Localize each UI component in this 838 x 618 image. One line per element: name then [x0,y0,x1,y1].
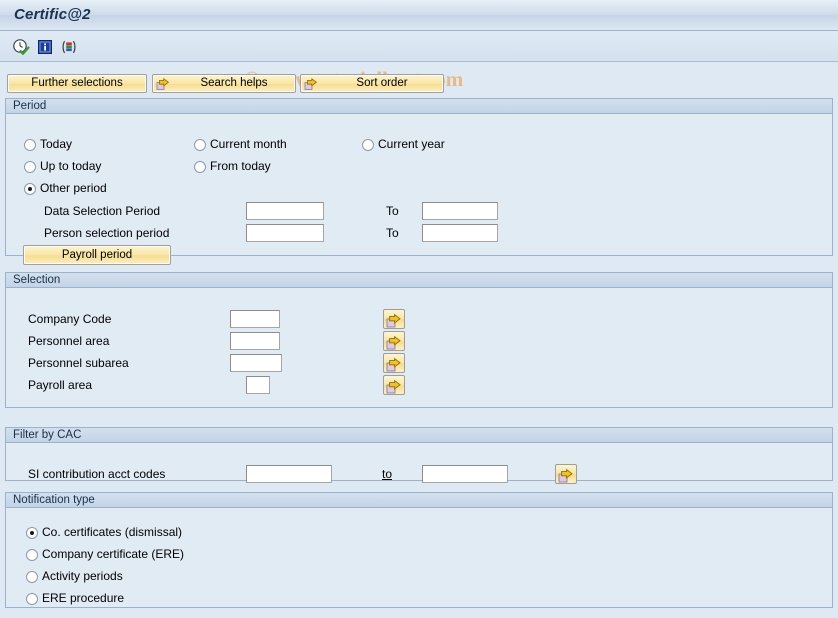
si-contribution-acct-codes-to-label: to [382,467,393,481]
radio-indicator [26,548,38,561]
radio-indicator [26,526,38,539]
person-selection-period-to-input[interactable] [422,224,498,242]
radio-indicator [26,570,38,583]
period-panel-header: Period [6,99,832,114]
selection-panel-header: Selection [6,273,832,288]
data-selection-period-from-input[interactable] [246,202,324,220]
search-helps-button[interactable]: Search helps [152,74,296,93]
arrow-right-icon [386,335,401,349]
sap-selection-screen: Certific@2 Further selections Search hel… [0,0,838,618]
radio-label: ERE procedure [42,591,125,605]
person-selection-period-label: Person selection period [44,226,170,240]
arrow-right-icon [386,357,401,371]
radio-co-certificates-dismissal[interactable]: Co. certificates (dismissal) [26,526,182,539]
icon-toolbar: © www.tutorialkart.com [0,31,838,91]
personnel-area-multiple-selection-button[interactable] [383,331,405,351]
personnel-area-input[interactable] [230,332,280,350]
company-code-multiple-selection-button[interactable] [383,309,405,329]
period-panel: Period Today Current month Current year … [5,98,833,265]
payroll-area-label: Payroll area [28,378,93,392]
arrow-right-icon [386,379,401,393]
radio-indicator [194,160,206,173]
company-code-input[interactable] [230,310,280,328]
si-contribution-acct-codes-label: SI contribution acct codes [28,467,166,481]
payroll-area-multiple-selection-button[interactable] [383,375,405,395]
si-contribution-acct-codes-multiple-selection-button[interactable] [555,464,577,484]
data-selection-period-to-input[interactable] [422,202,498,220]
personnel-subarea-multiple-selection-button[interactable] [383,353,405,373]
radio-other-period[interactable]: Other period [24,182,107,195]
arrow-right-icon [156,77,170,91]
personnel-area-label: Personnel area [28,334,110,348]
radio-indicator [24,138,36,151]
notification-type-panel-header: Notification type [6,493,832,508]
arrow-right-icon [386,313,401,327]
radio-today[interactable]: Today [24,138,72,151]
radio-label: Up to today [40,159,102,173]
radio-current-month[interactable]: Current month [194,138,287,151]
notification-type-panel: Notification type Co. certificates (dism… [5,492,833,608]
data-selection-period-label: Data Selection Period [44,204,161,218]
si-contribution-acct-codes-from-input[interactable] [246,465,332,483]
arrow-right-icon [304,77,318,91]
window-titlebar: Certific@2 [0,0,838,31]
radio-label: Activity periods [42,569,123,583]
filter-by-cac-panel-header: Filter by CAC [6,428,832,443]
radio-label: Company certificate (ERE) [42,547,185,561]
radio-indicator [26,592,38,605]
personnel-subarea-label: Personnel subarea [28,356,129,370]
radio-indicator [194,138,206,151]
radio-label: Current year [378,137,445,151]
radio-indicator [24,160,36,173]
radio-ere-procedure[interactable]: ERE procedure [26,592,124,605]
radio-indicator [24,182,36,195]
radio-company-certificate-ere[interactable]: Company certificate (ERE) [26,548,184,561]
variant-icon[interactable] [60,38,78,56]
radio-label: Current month [210,137,287,151]
payroll-period-button[interactable]: Payroll period [23,245,171,265]
radio-label: From today [210,159,271,173]
company-code-label: Company Code [28,312,112,326]
personnel-subarea-input[interactable] [230,354,282,372]
person-selection-period-to-label: To [386,226,399,240]
radio-indicator [362,138,374,151]
sort-order-button[interactable]: Sort order [300,74,444,93]
selection-panel: Selection Company Code Personnel area Pe… [5,272,833,408]
page-title: Certific@2 [14,6,91,23]
radio-activity-periods[interactable]: Activity periods [26,570,123,583]
execute-icon[interactable] [12,38,30,56]
si-contribution-acct-codes-to-input[interactable] [422,465,508,483]
person-selection-period-from-input[interactable] [246,224,324,242]
radio-up-to-today[interactable]: Up to today [24,160,101,173]
payroll-area-input[interactable] [246,376,270,394]
arrow-right-icon [558,468,573,482]
radio-from-today[interactable]: From today [194,160,271,173]
radio-label: Other period [40,181,107,195]
info-icon[interactable] [36,38,54,56]
radio-label: Co. certificates (dismissal) [42,525,183,539]
radio-current-year[interactable]: Current year [362,138,445,151]
filter-by-cac-panel: Filter by CAC SI contribution acct codes… [5,427,833,484]
action-button-row: Further selections Search helps Sort ord… [0,74,838,95]
sort-order-label: Sort order [356,77,408,89]
search-helps-label: Search helps [200,77,268,89]
radio-label: Today [40,137,73,151]
further-selections-button[interactable]: Further selections [7,74,147,93]
data-selection-period-to-label: To [386,204,399,218]
